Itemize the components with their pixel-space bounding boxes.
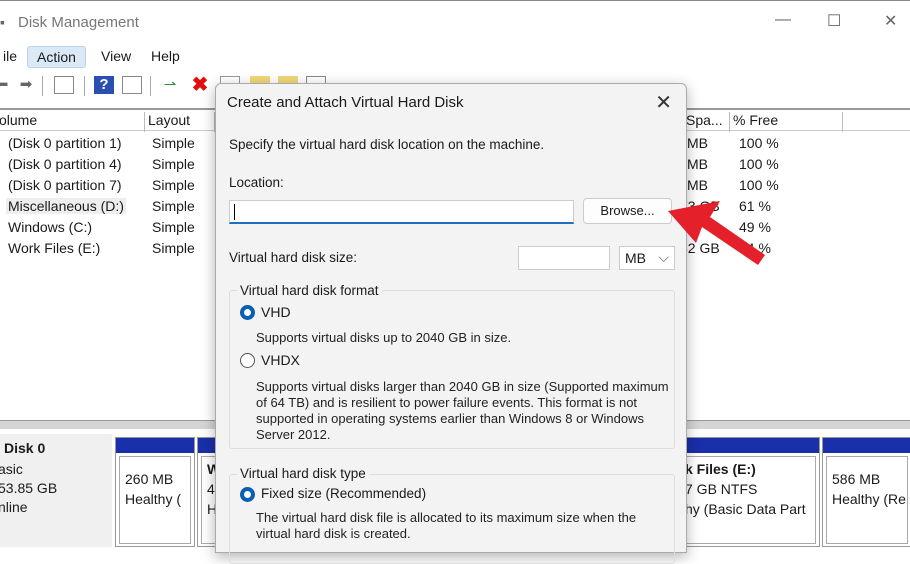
- menu-action[interactable]: Action: [27, 46, 86, 68]
- disk-0-label[interactable]: Disk 0 asic 53.85 GB nline: [0, 434, 112, 547]
- delete-icon[interactable]: ✖: [190, 75, 210, 95]
- location-input[interactable]: [229, 200, 574, 224]
- size-label: Virtual hard disk size:: [229, 250, 358, 265]
- menu-help[interactable]: Help: [142, 46, 189, 66]
- show-hide-console-icon[interactable]: [54, 76, 74, 94]
- fixed-size-radio[interactable]: [240, 487, 255, 502]
- menu-view[interactable]: View: [92, 46, 140, 66]
- text-cursor: [234, 204, 235, 220]
- back-icon[interactable]: ⬅: [0, 76, 12, 94]
- app-icon: ▪: [0, 14, 5, 30]
- partition-recovery[interactable]: 586 MB Healthy (Re: [822, 437, 910, 547]
- help-icon[interactable]: ?: [94, 76, 114, 94]
- forward-icon[interactable]: ➡: [16, 76, 36, 94]
- vhdx-label[interactable]: VHDX: [261, 352, 300, 368]
- intro-text: Specify the virtual hard disk location o…: [229, 137, 545, 152]
- type-group-label: Virtual hard disk type: [237, 466, 369, 481]
- column-percent-free[interactable]: % Free: [730, 112, 843, 132]
- connect-icon[interactable]: ⇀: [160, 76, 180, 94]
- maximize-button[interactable]: ☐: [827, 11, 841, 31]
- partition-1[interactable]: 260 MB Healthy (: [115, 437, 195, 547]
- column-volume[interactable]: olume: [0, 112, 145, 132]
- window-title: Disk Management: [18, 14, 139, 31]
- title-bar: ▪ Disk Management — ☐ ✕: [0, 0, 910, 42]
- disk-status: nline: [0, 499, 28, 515]
- vhd-radio[interactable]: [240, 305, 255, 320]
- vhdx-radio[interactable]: [240, 353, 255, 368]
- location-label: Location:: [229, 175, 284, 190]
- disk-type: asic: [0, 461, 23, 477]
- menu-bar: ile Action View Help: [0, 42, 910, 70]
- menu-file[interactable]: ile: [0, 46, 26, 66]
- dialog-close-button[interactable]: ✕: [655, 90, 672, 115]
- fixed-size-description: The virtual hard disk file is allocated …: [256, 510, 637, 541]
- format-group-label: Virtual hard disk format: [237, 283, 382, 298]
- fixed-size-label[interactable]: Fixed size (Recommended): [261, 486, 426, 501]
- vhdx-description: Supports virtual disks larger than 2040 …: [256, 379, 669, 442]
- disk-name: Disk 0: [4, 440, 46, 456]
- size-input[interactable]: [518, 246, 610, 270]
- column-layout[interactable]: Layout: [145, 112, 215, 132]
- dialog-title: Create and Attach Virtual Hard Disk: [227, 94, 464, 111]
- column-free-space[interactable]: Spa...: [683, 112, 730, 132]
- action-pane-icon[interactable]: [122, 76, 142, 94]
- disk-size: 53.85 GB: [0, 480, 58, 496]
- close-button[interactable]: ✕: [884, 11, 897, 31]
- create-vhd-dialog: Create and Attach Virtual Hard Disk ✕ Sp…: [215, 83, 687, 564]
- browse-button[interactable]: Browse...: [583, 198, 672, 224]
- vhd-description: Supports virtual disks up to 2040 GB in …: [256, 330, 512, 345]
- vhd-label[interactable]: VHD: [261, 304, 291, 320]
- red-arrow-annotation: [668, 201, 765, 265]
- minimize-button[interactable]: —: [775, 11, 791, 29]
